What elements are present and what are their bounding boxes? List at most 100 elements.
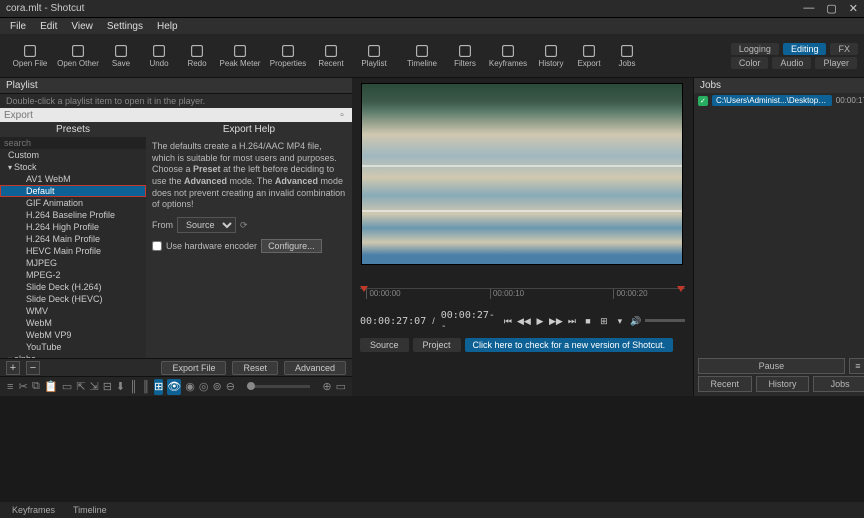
grid-icon[interactable]: ⊞ [597, 314, 611, 328]
preset-custom[interactable]: Custom [0, 149, 146, 161]
video-preview[interactable] [362, 84, 682, 264]
ripple-icon[interactable]: ◉ [185, 379, 195, 395]
jobs-tab[interactable]: Jobs [813, 376, 864, 392]
export-file-button[interactable]: Export File [161, 361, 226, 375]
layout-fx[interactable]: FX [830, 43, 858, 55]
update-banner[interactable]: Click here to check for a new version of… [465, 338, 674, 352]
maximize-button[interactable]: ▢ [826, 2, 836, 15]
play-icon[interactable]: ▶ [533, 314, 547, 328]
keyframes-button[interactable]: Keyframes [484, 36, 532, 76]
menu-icon[interactable]: ≡ [6, 379, 14, 395]
bottom-tab-keyframes[interactable]: Keyframes [4, 504, 63, 516]
from-select[interactable]: Source [177, 217, 236, 233]
layout-editing[interactable]: Editing [783, 43, 827, 55]
minimize-button[interactable]: — [803, 2, 814, 15]
ripple-markers-icon[interactable]: ⊚ [212, 379, 221, 395]
preset-slide-deck-h-264-[interactable]: Slide Deck (H.264) [0, 281, 146, 293]
open-file-button[interactable]: Open File [6, 36, 54, 76]
preset-webm-vp9[interactable]: WebM VP9 [0, 329, 146, 341]
rewind-icon[interactable]: ◀◀ [517, 314, 531, 328]
redo-button[interactable]: Redo [178, 36, 216, 76]
zoom-icon[interactable]: ▾ [613, 314, 627, 328]
menu-edit[interactable]: Edit [34, 20, 63, 33]
reset-button[interactable]: Reset [232, 361, 278, 375]
fastfwd-icon[interactable]: ▶▶ [549, 314, 563, 328]
layout-audio[interactable]: Audio [772, 57, 811, 69]
preset-hevc-main-profile[interactable]: HEVC Main Profile [0, 245, 146, 257]
menu-settings[interactable]: Settings [101, 20, 149, 33]
preset-wmv[interactable]: WMV [0, 305, 146, 317]
reload-icon[interactable]: ⟳ [240, 220, 248, 231]
preset-stock[interactable]: Stock [0, 161, 146, 173]
project-tab[interactable]: Project [413, 338, 461, 352]
out-marker[interactable] [677, 286, 685, 292]
preset-search-input[interactable] [0, 137, 146, 149]
preset-slide-deck-hevc-[interactable]: Slide Deck (HEVC) [0, 293, 146, 305]
configure-button[interactable]: Configure... [261, 239, 322, 253]
preset-youtube[interactable]: YouTube [0, 341, 146, 353]
preset-mpeg-2[interactable]: MPEG-2 [0, 269, 146, 281]
close-button[interactable]: ✕ [849, 2, 858, 15]
job-item[interactable]: ✓ C:\Users\Administ...\Desktop\cora.mp4 … [694, 93, 864, 108]
ripple-all-icon[interactable]: ◎ [199, 379, 209, 395]
advanced-button[interactable]: Advanced [284, 361, 346, 375]
preset-list[interactable]: CustomStockAV1 WebMDefaultGIF AnimationH… [0, 149, 146, 358]
volume-slider[interactable] [645, 319, 685, 322]
jobs-menu-icon[interactable]: ≡ [849, 358, 864, 374]
preset-h-264-main-profile[interactable]: H.264 Main Profile [0, 233, 146, 245]
append-icon[interactable]: ▭ [62, 379, 72, 395]
preset-av1-webm[interactable]: AV1 WebM [0, 173, 146, 185]
loop-icon[interactable]: ■ [581, 314, 595, 328]
menu-file[interactable]: File [4, 20, 32, 33]
preset-h-264-high-profile[interactable]: H.264 High Profile [0, 221, 146, 233]
menu-help[interactable]: Help [151, 20, 184, 33]
cut-icon[interactable]: ✂ [18, 379, 27, 395]
bottom-tab-timeline[interactable]: Timeline [65, 504, 115, 516]
jobs-button[interactable]: Jobs [608, 36, 646, 76]
export-search-input[interactable] [4, 110, 336, 121]
menu-view[interactable]: View [65, 20, 99, 33]
export-button[interactable]: Export [570, 36, 608, 76]
export-close-icon[interactable]: ▫ [336, 110, 348, 121]
next-marker-icon[interactable]: ║ [142, 379, 150, 395]
preset-mjpeg[interactable]: MJPEG [0, 257, 146, 269]
scrub-toggle[interactable]: 👁 [167, 379, 181, 395]
save-button[interactable]: Save [102, 36, 140, 76]
preset-remove-button[interactable]: − [26, 361, 40, 375]
paste-icon[interactable]: 📋 [44, 379, 58, 395]
zoom-out-icon[interactable]: ⊖ [226, 379, 235, 395]
peak-meter-button[interactable]: Peak Meter [216, 36, 264, 76]
zoom-slider[interactable] [247, 385, 310, 388]
hw-encoder-checkbox[interactable] [152, 241, 162, 251]
zoom-in-icon[interactable]: ⊕ [322, 379, 331, 395]
recent-tab[interactable]: Recent [698, 376, 752, 392]
layout-player[interactable]: Player [815, 57, 857, 69]
pause-button[interactable]: Pause [698, 358, 845, 374]
source-tab[interactable]: Source [360, 338, 409, 352]
preset-gif-animation[interactable]: GIF Animation [0, 197, 146, 209]
preset-webm[interactable]: WebM [0, 317, 146, 329]
properties-button[interactable]: Properties [264, 36, 312, 76]
zoom-fit-icon[interactable]: ▭ [336, 379, 346, 395]
volume-icon[interactable]: 🔊 [629, 314, 643, 328]
skip-next-icon[interactable]: ⏭ [565, 314, 579, 328]
skip-prev-icon[interactable]: ⏮ [501, 314, 515, 328]
lift-icon[interactable]: ⇱ [76, 379, 85, 395]
playlist-tab[interactable]: Playlist [0, 78, 352, 94]
preset-default[interactable]: Default [0, 185, 146, 197]
current-timecode[interactable]: 00:00:27:07 [360, 316, 426, 327]
preset-add-button[interactable]: + [6, 361, 20, 375]
split-icon[interactable]: ⊟ [103, 379, 112, 395]
recent-button[interactable]: Recent [312, 36, 350, 76]
layout-logging[interactable]: Logging [731, 43, 779, 55]
preset-h-264-baseline-profile[interactable]: H.264 Baseline Profile [0, 209, 146, 221]
copy-icon[interactable]: ⧉ [32, 379, 40, 395]
marker-icon[interactable]: ⬇ [116, 379, 125, 395]
history-button[interactable]: History [532, 36, 570, 76]
filters-button[interactable]: Filters [446, 36, 484, 76]
timeline-area[interactable] [0, 396, 864, 502]
overwrite-icon[interactable]: ⇲ [89, 379, 98, 395]
undo-button[interactable]: Undo [140, 36, 178, 76]
layout-color[interactable]: Color [731, 57, 769, 69]
playlist-button[interactable]: Playlist [350, 36, 398, 76]
